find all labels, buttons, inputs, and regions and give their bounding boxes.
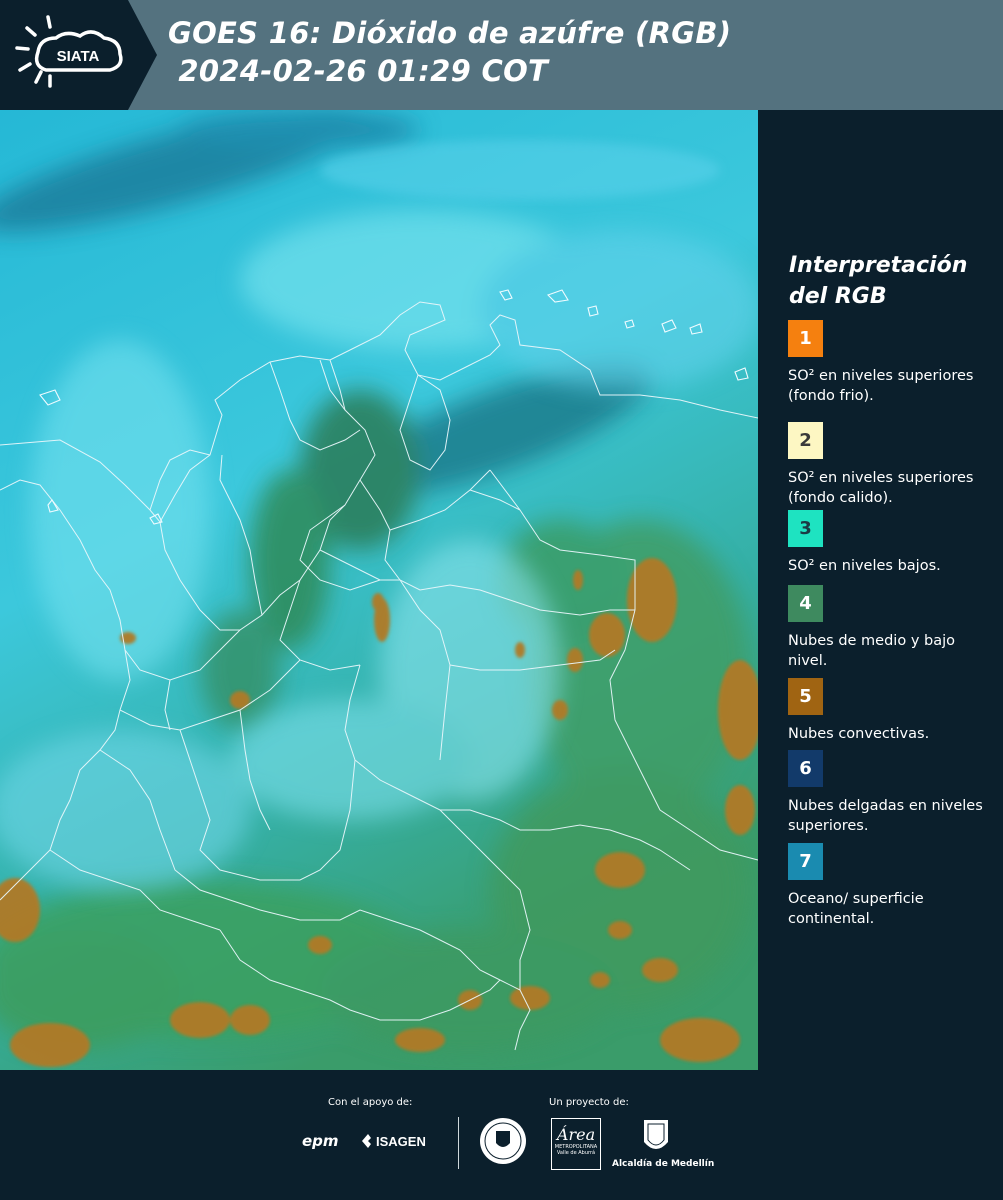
legend-swatch: 3 xyxy=(788,510,823,547)
footer: Con el apoyo de: Un proyecto de: epm ISA… xyxy=(0,1070,1003,1200)
footer-divider xyxy=(458,1117,459,1169)
legend-swatch: 7 xyxy=(788,843,823,880)
title-product: GOES 16: Dióxido de azúfre (RGB) xyxy=(168,16,732,50)
legend-label: SO² en niveles bajos. xyxy=(788,558,941,574)
title-timestamp: 2024-02-26 01:29 COT xyxy=(168,54,549,88)
legend-item: 1 SO² en niveles superiores (fondo frio). xyxy=(788,320,988,406)
support-label: Con el apoyo de: xyxy=(328,1097,413,1108)
legend-swatch: 5 xyxy=(788,678,823,715)
legend-item: 2 SO² en niveles superiores (fondo calido… xyxy=(788,422,988,508)
isagen-logo: ISAGEN xyxy=(360,1130,440,1156)
legend-swatch: 4 xyxy=(788,585,823,622)
legend-swatch: 6 xyxy=(788,750,823,787)
satellite-map xyxy=(0,110,758,1070)
legend-label: Nubes de medio y bajo nivel. xyxy=(788,633,955,669)
legend-item: 6 Nubes delgadas en niveles superiores. xyxy=(788,750,988,836)
legend-title: Interpretación del RGB xyxy=(789,253,968,309)
alcaldia-shield-icon xyxy=(642,1118,670,1160)
svg-text:ISAGEN: ISAGEN xyxy=(376,1134,426,1149)
legend-item: 7 Oceano/ superficie continental. xyxy=(788,843,988,929)
header-bar: SIATA GOES 16: Dióxido de azúfre (RGB) 2… xyxy=(0,0,1003,110)
legend-swatch: 2 xyxy=(788,422,823,459)
legend-panel: Interpretación del RGB 1 SO² en niveles s… xyxy=(758,110,1003,1070)
area-metropolitana-logo: Área METROPOLITANA Valle de Aburrá xyxy=(551,1118,601,1170)
legend-swatch: 1 xyxy=(788,320,823,357)
satellite-image xyxy=(0,110,758,1070)
legend-item: 5 Nubes convectivas. xyxy=(788,678,988,744)
legend-label: SO² en niveles superiores (fondo calido)… xyxy=(788,470,974,506)
alcaldia-label: Alcaldía de Medellín xyxy=(612,1159,715,1169)
legend-label: SO² en niveles superiores (fondo frio). xyxy=(788,368,974,404)
medellin-seal xyxy=(478,1115,528,1171)
isagen-icon xyxy=(362,1134,371,1148)
legend-item: 3 SO² en niveles bajos. xyxy=(788,510,988,576)
project-label: Un proyecto de: xyxy=(549,1097,629,1108)
siata-logo: SIATA xyxy=(0,0,158,110)
siata-brand-text: SIATA xyxy=(57,48,100,65)
page-title: GOES 16: Dióxido de azúfre (RGB) 2024-02… xyxy=(168,14,731,90)
epm-logo: epm xyxy=(302,1132,339,1150)
legend-item: 4 Nubes de medio y bajo nivel. xyxy=(788,585,988,671)
legend-label: Nubes delgadas en niveles superiores. xyxy=(788,798,983,834)
legend-label: Nubes convectivas. xyxy=(788,726,930,742)
legend-label: Oceano/ superficie continental. xyxy=(788,891,924,927)
